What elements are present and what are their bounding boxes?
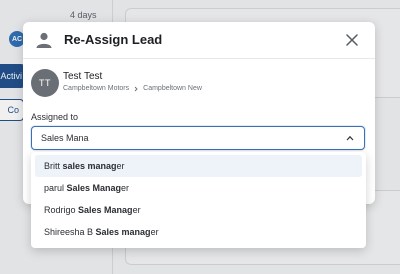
lead-name: Test Test — [63, 71, 103, 82]
assigned-to-label: Assigned to — [31, 112, 79, 122]
person-icon — [36, 32, 52, 48]
option-suffix: er — [116, 161, 125, 171]
option-prefix: Shireesha B — [44, 227, 96, 237]
modal-title: Re-Assign Lead — [64, 32, 163, 47]
lead-company: Campbeltown Motors — [63, 85, 130, 92]
option-match: Sales Manag — [66, 183, 122, 193]
chevron-up-icon[interactable] — [346, 135, 354, 141]
option-prefix: parul — [44, 183, 67, 193]
dropdown-option[interactable]: Britt sales manag er — [35, 155, 362, 177]
option-match: Sales Manag — [78, 205, 133, 215]
lead-location: Campbeltown New — [143, 85, 202, 92]
lead-breadcrumb: Campbeltown Motors Campbeltown New — [63, 85, 202, 92]
assigned-to-input[interactable] — [41, 130, 331, 146]
option-match: Sales manag — [95, 227, 151, 237]
option-match: sales manag — [62, 161, 117, 171]
option-suffix: er — [132, 205, 141, 215]
dropdown-option[interactable]: Rodrigo Sales Manag er — [35, 199, 362, 221]
dropdown-option[interactable]: parul Sales Manag er — [35, 177, 362, 199]
option-prefix: Rodrigo — [44, 205, 79, 215]
dropdown-option[interactable]: Shireesha B Sales manag er — [35, 221, 362, 243]
chevron-right-icon — [134, 86, 138, 91]
option-suffix: er — [150, 227, 159, 237]
lead-avatar: TT — [31, 69, 59, 97]
modal-header: Re-Assign Lead — [23, 22, 375, 59]
option-prefix: Britt — [44, 161, 63, 171]
assigned-to-field[interactable] — [31, 126, 365, 150]
close-icon[interactable] — [344, 32, 360, 48]
assignee-dropdown: Britt sales manag er parul Sales Manag er … — [31, 152, 366, 248]
option-suffix: er — [121, 183, 130, 193]
